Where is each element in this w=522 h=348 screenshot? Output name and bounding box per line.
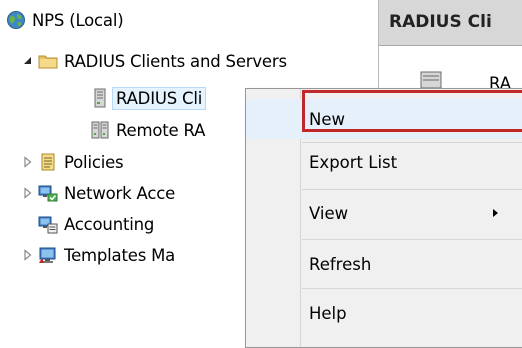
templates-icon	[38, 245, 58, 265]
accounting-icon	[38, 214, 58, 234]
menu-item-label: Export List	[309, 152, 398, 172]
folder-icon	[38, 51, 58, 71]
tree-item-templates-management[interactable]: Templates Ma	[38, 241, 175, 269]
expand-arrow-icon[interactable]	[22, 249, 34, 261]
tree-item-label: Network Acce	[64, 183, 176, 203]
results-pane-header: RADIUS Cli	[379, 0, 522, 46]
tree-item-accounting[interactable]: Accounting	[38, 210, 154, 238]
menu-item-label: Help	[309, 303, 347, 323]
menu-item-help[interactable]: Help	[246, 293, 522, 333]
tree-item-label: NPS (Local)	[32, 10, 124, 30]
expand-arrow-icon[interactable]	[22, 156, 34, 168]
menu-separator	[302, 189, 522, 190]
tree-item-label: Policies	[64, 152, 124, 172]
tree-item-nps-local[interactable]: NPS (Local)	[6, 6, 124, 34]
network-access-icon	[38, 183, 58, 203]
expand-arrow-icon[interactable]	[22, 187, 34, 199]
menu-item-label: New	[309, 109, 345, 129]
menu-item-label: Refresh	[309, 254, 372, 274]
nps-globe-icon	[6, 10, 26, 30]
tree-item-label: RADIUS Clients and Servers	[64, 51, 287, 71]
tree-item-label: Remote RA	[116, 120, 206, 140]
policies-icon	[38, 152, 58, 172]
menu-item-view[interactable]: View	[246, 193, 522, 233]
tree-item-network-access[interactable]: Network Acce	[38, 179, 175, 207]
tree-item-label: Templates Ma	[64, 245, 176, 265]
tree-item-radius-clients[interactable]: RADIUS Cli	[90, 84, 207, 112]
collapse-arrow-icon[interactable]	[22, 55, 34, 67]
tree-item-radius-clients-servers[interactable]: RADIUS Clients and Servers	[38, 47, 287, 75]
tree-item-policies[interactable]: Policies	[38, 148, 124, 176]
tree-item-remote-radius[interactable]: Remote RA	[90, 116, 205, 144]
tree-item-label: RADIUS Cli	[111, 86, 207, 110]
context-menu: New Export List View Refresh Help	[245, 88, 522, 348]
menu-item-export-list[interactable]: Export List	[246, 142, 522, 182]
menu-item-new[interactable]: New	[246, 99, 522, 139]
menu-item-refresh[interactable]: Refresh	[246, 244, 522, 284]
menu-separator	[302, 288, 522, 289]
menu-separator	[302, 239, 522, 240]
tree-item-label: Accounting	[64, 214, 155, 234]
server-group-icon	[90, 120, 110, 140]
submenu-arrow-icon	[493, 209, 498, 217]
server-icon	[90, 88, 110, 108]
menu-item-label: View	[309, 203, 349, 223]
